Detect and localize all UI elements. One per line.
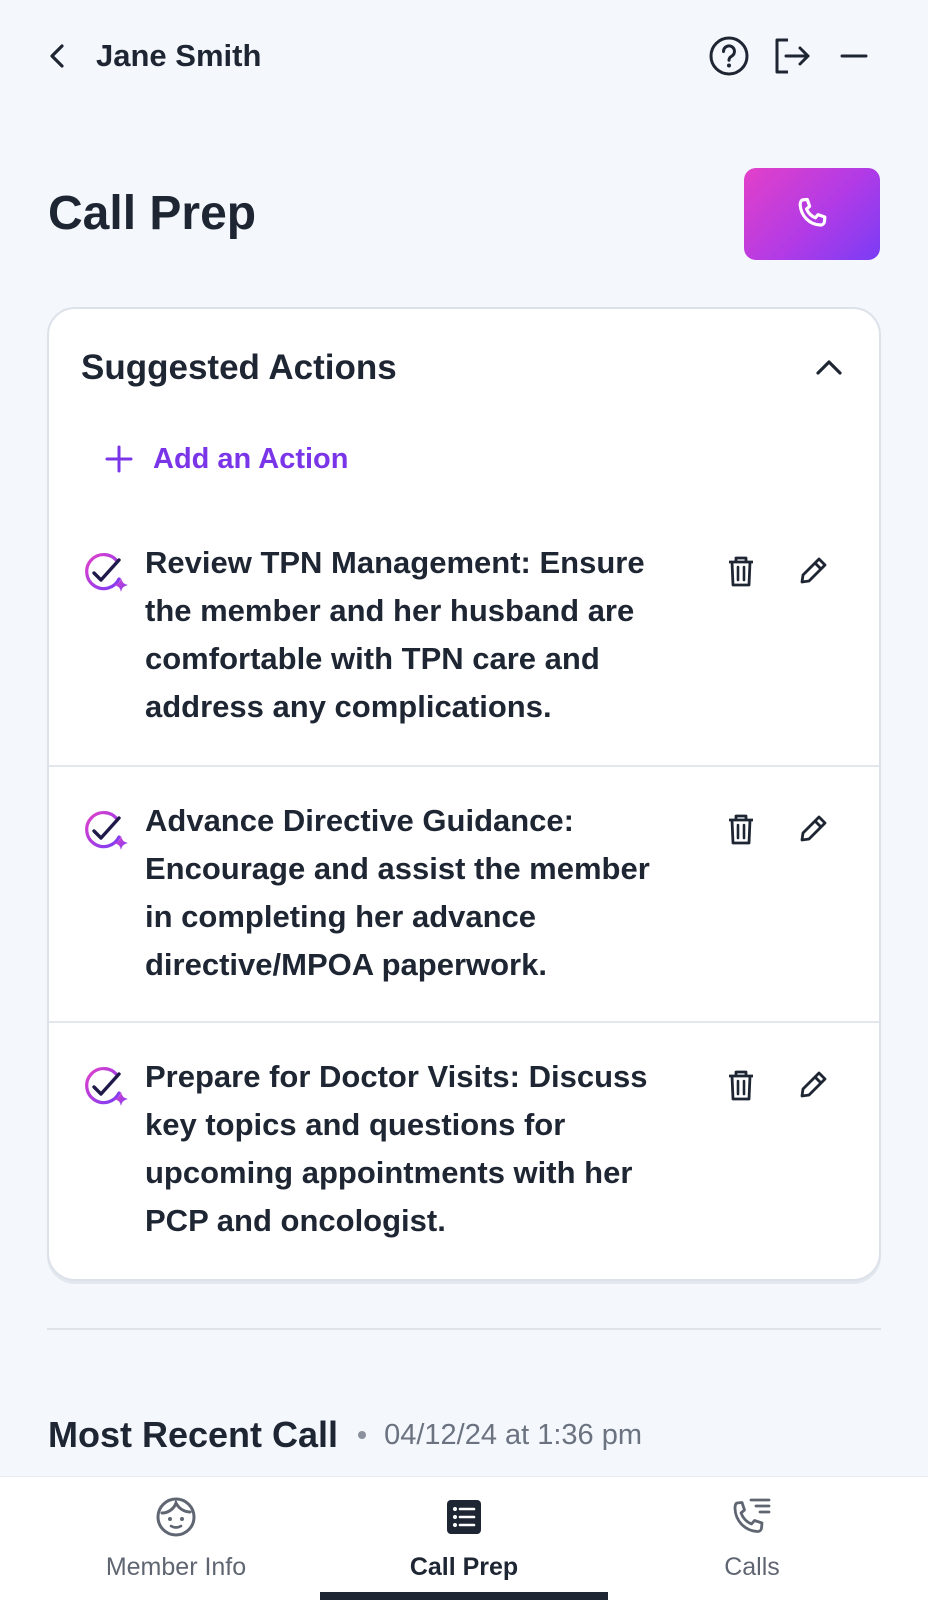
section-divider [47, 1328, 881, 1330]
chevron-up-icon [816, 360, 842, 375]
top-bar: Jane Smith [0, 0, 928, 112]
plus-icon [99, 439, 139, 479]
edit-action-button[interactable] [793, 551, 833, 591]
phone-icon [798, 197, 827, 227]
tab-label: Call Prep [409, 1553, 519, 1581]
most-recent-call-header: Most Recent Call 04/12/24 at 1:36 pm [48, 1414, 642, 1456]
action-text: Review TPN Management: Ensure the member… [145, 545, 645, 724]
back-button[interactable] [40, 38, 76, 74]
edit-action-button[interactable] [793, 1065, 833, 1105]
action-item: Review TPN Management: Ensure the member… [49, 509, 879, 765]
member-name: Jane Smith [96, 38, 262, 73]
tab-calls[interactable]: Calls [608, 1477, 896, 1600]
tab-member-info[interactable]: Member Info [32, 1477, 320, 1600]
most-recent-call-title: Most Recent Call [48, 1414, 339, 1455]
logout-icon [775, 38, 810, 74]
most-recent-call-date: 04/12/24 at 1:36 pm [384, 1418, 643, 1451]
active-tab-indicator [320, 1592, 608, 1600]
minimize-button[interactable] [832, 34, 876, 78]
add-action-label: Add an Action [153, 442, 349, 475]
phone-list-icon [728, 1493, 776, 1541]
action-item: Advance Directive Guidance: Encourage an… [49, 765, 879, 1021]
delete-action-button[interactable] [721, 809, 761, 849]
action-text: Advance Directive Guidance: Encourage an… [145, 803, 650, 982]
chevron-left-icon [50, 44, 64, 68]
action-text: Prepare for Doctor Visits: Discuss key t… [145, 1059, 648, 1238]
ai-check-sparkle-icon [85, 553, 128, 592]
checklist-icon [440, 1493, 488, 1541]
trash-icon [729, 814, 753, 845]
pencil-icon [800, 1071, 827, 1098]
bottom-nav: Member Info Call Prep Calls [0, 1476, 928, 1600]
action-item: Prepare for Doctor Visits: Discuss key t… [49, 1021, 879, 1277]
trash-icon [729, 556, 753, 587]
delete-action-button[interactable] [721, 1065, 761, 1105]
logout-button[interactable] [770, 34, 814, 78]
start-call-button[interactable] [744, 168, 880, 260]
pencil-icon [800, 557, 827, 584]
member-face-icon [152, 1493, 200, 1541]
tab-call-prep[interactable]: Call Prep [320, 1477, 608, 1600]
suggested-actions-title: Suggested Actions [81, 348, 397, 387]
ai-check-sparkle-icon [85, 1067, 128, 1106]
ai-check-sparkle-icon [85, 811, 128, 850]
edit-action-button[interactable] [793, 809, 833, 849]
delete-action-button[interactable] [721, 551, 761, 591]
tab-label: Calls [724, 1553, 780, 1581]
collapse-button[interactable] [809, 347, 849, 387]
page-title: Call Prep [48, 187, 257, 240]
help-button[interactable] [707, 34, 751, 78]
separator-dot [358, 1431, 367, 1439]
add-action-button[interactable]: Add an Action [99, 439, 348, 479]
pencil-icon [800, 815, 827, 842]
help-circle-icon [709, 36, 749, 76]
suggested-actions-card: Suggested Actions Add an Action Review T… [47, 307, 881, 1281]
minimize-icon [840, 54, 868, 58]
tab-label: Member Info [105, 1553, 247, 1581]
trash-icon [729, 1070, 753, 1101]
